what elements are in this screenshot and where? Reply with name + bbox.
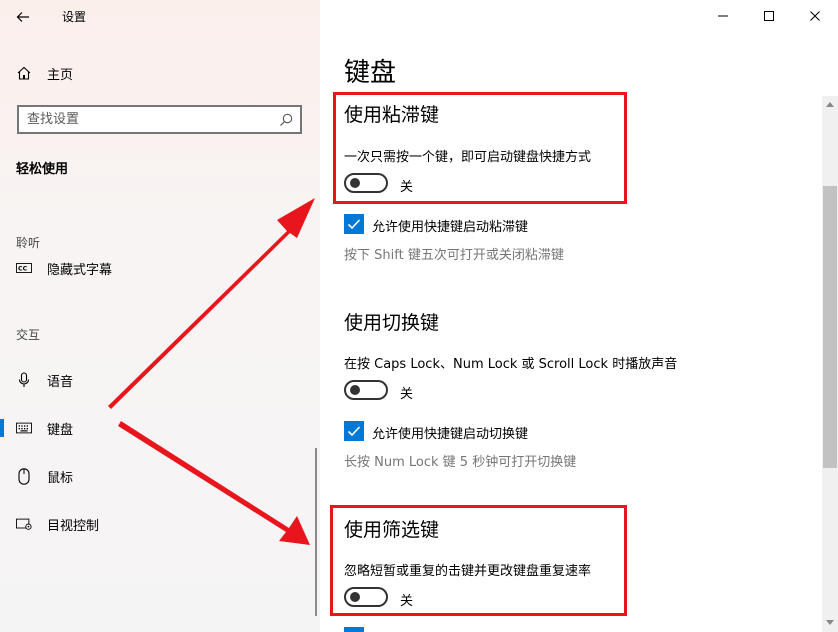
sidebar-scrollbar[interactable] [315,448,317,616]
back-arrow-icon [16,12,29,22]
titlebar-left: 设置 [0,0,320,34]
keyboard-icon [16,420,32,436]
scroll-down-button[interactable] [822,614,838,630]
sidebar-item-label: 主页 [47,67,74,83]
sidebar-item-mouse[interactable]: 鼠标 [0,456,316,496]
page-title: 键盘 [344,58,397,88]
back-button[interactable] [10,4,36,30]
chevron-up-icon [826,101,834,107]
scroll-thumb[interactable] [823,186,837,468]
mouse-icon [16,467,32,485]
main-content: 键盘 使用粘滞键 一次只需按一个键，即可启动键盘快捷方式 关 允许使用快捷键启动… [320,0,838,632]
toggle-knob [350,385,360,395]
app-title: 设置 [62,10,87,24]
closed-caption-icon: CC [16,260,32,276]
sidebar: 设置 主页 轻松使用 聆听 CC 隐藏式字幕 交互 语音 键盘 [0,0,320,632]
filter-keys-shortcut-checkbox[interactable] [344,627,364,632]
svg-text:CC: CC [18,266,28,273]
maximize-icon [764,11,774,21]
filter-keys-toggle-state: 关 [400,594,414,609]
toggle-keys-toggle-state: 关 [400,387,414,402]
main-scrollbar[interactable] [822,96,838,632]
minimize-button[interactable] [700,0,746,32]
toggle-keys-hint: 长按 Num Lock 键 5 秒钟可打开切换键 [344,455,577,470]
home-icon [16,65,32,81]
eye-control-icon [16,516,32,532]
toggle-keys-shortcut-checkbox[interactable] [344,421,364,441]
toggle-knob [350,178,360,188]
search-box[interactable] [17,105,302,134]
scroll-up-button[interactable] [822,96,838,112]
sidebar-item-eye-control[interactable]: 目视控制 [0,504,316,544]
chevron-down-icon [826,619,834,625]
sidebar-item-speech[interactable]: 语音 [0,360,316,400]
toggle-keys-heading: 使用切换键 [344,312,440,334]
sidebar-item-label: 键盘 [47,422,74,438]
minimize-icon [718,15,728,17]
checkmark-icon [347,219,361,230]
sticky-keys-toggle-state: 关 [400,180,414,195]
filter-keys-heading: 使用筛选键 [344,519,440,541]
sidebar-item-label: 语音 [47,374,74,390]
search-input[interactable] [27,110,267,129]
sidebar-item-closed-captions[interactable]: CC 隐藏式字幕 [0,248,316,288]
category-title: 轻松使用 [16,162,69,177]
sidebar-item-label: 隐藏式字幕 [47,262,113,278]
sticky-keys-hint: 按下 Shift 键五次可打开或关闭粘滞键 [344,248,564,263]
microphone-icon [16,372,32,388]
toggle-knob [350,592,360,602]
maximize-button[interactable] [746,0,792,32]
sticky-keys-shortcut-label: 允许使用快捷键启动粘滞键 [372,220,529,235]
close-icon [810,11,820,21]
sidebar-item-label: 鼠标 [47,470,74,486]
search-icon[interactable] [278,112,294,128]
checkmark-icon [347,426,361,437]
close-button[interactable] [792,0,838,32]
sidebar-item-home[interactable]: 主页 [0,53,316,93]
sticky-keys-heading: 使用粘滞键 [344,104,440,126]
toggle-keys-shortcut-label: 允许使用快捷键启动切换键 [372,427,529,442]
sticky-keys-description: 一次只需按一个键，即可启动键盘快捷方式 [344,150,592,165]
sidebar-item-keyboard[interactable]: 键盘 [0,408,316,448]
sticky-keys-shortcut-checkbox[interactable] [344,214,364,234]
group-label-interaction: 交互 [16,328,41,342]
toggle-keys-toggle[interactable] [344,380,388,400]
active-indicator [0,419,4,437]
sticky-keys-toggle[interactable] [344,173,388,193]
sidebar-item-label: 目视控制 [47,518,100,534]
toggle-keys-description: 在按 Caps Lock、Num Lock 或 Scroll Lock 时播放声… [344,357,678,372]
filter-keys-description: 忽略短暂或重复的击键并更改键盘重复速率 [344,564,592,579]
filter-keys-toggle[interactable] [344,587,388,607]
